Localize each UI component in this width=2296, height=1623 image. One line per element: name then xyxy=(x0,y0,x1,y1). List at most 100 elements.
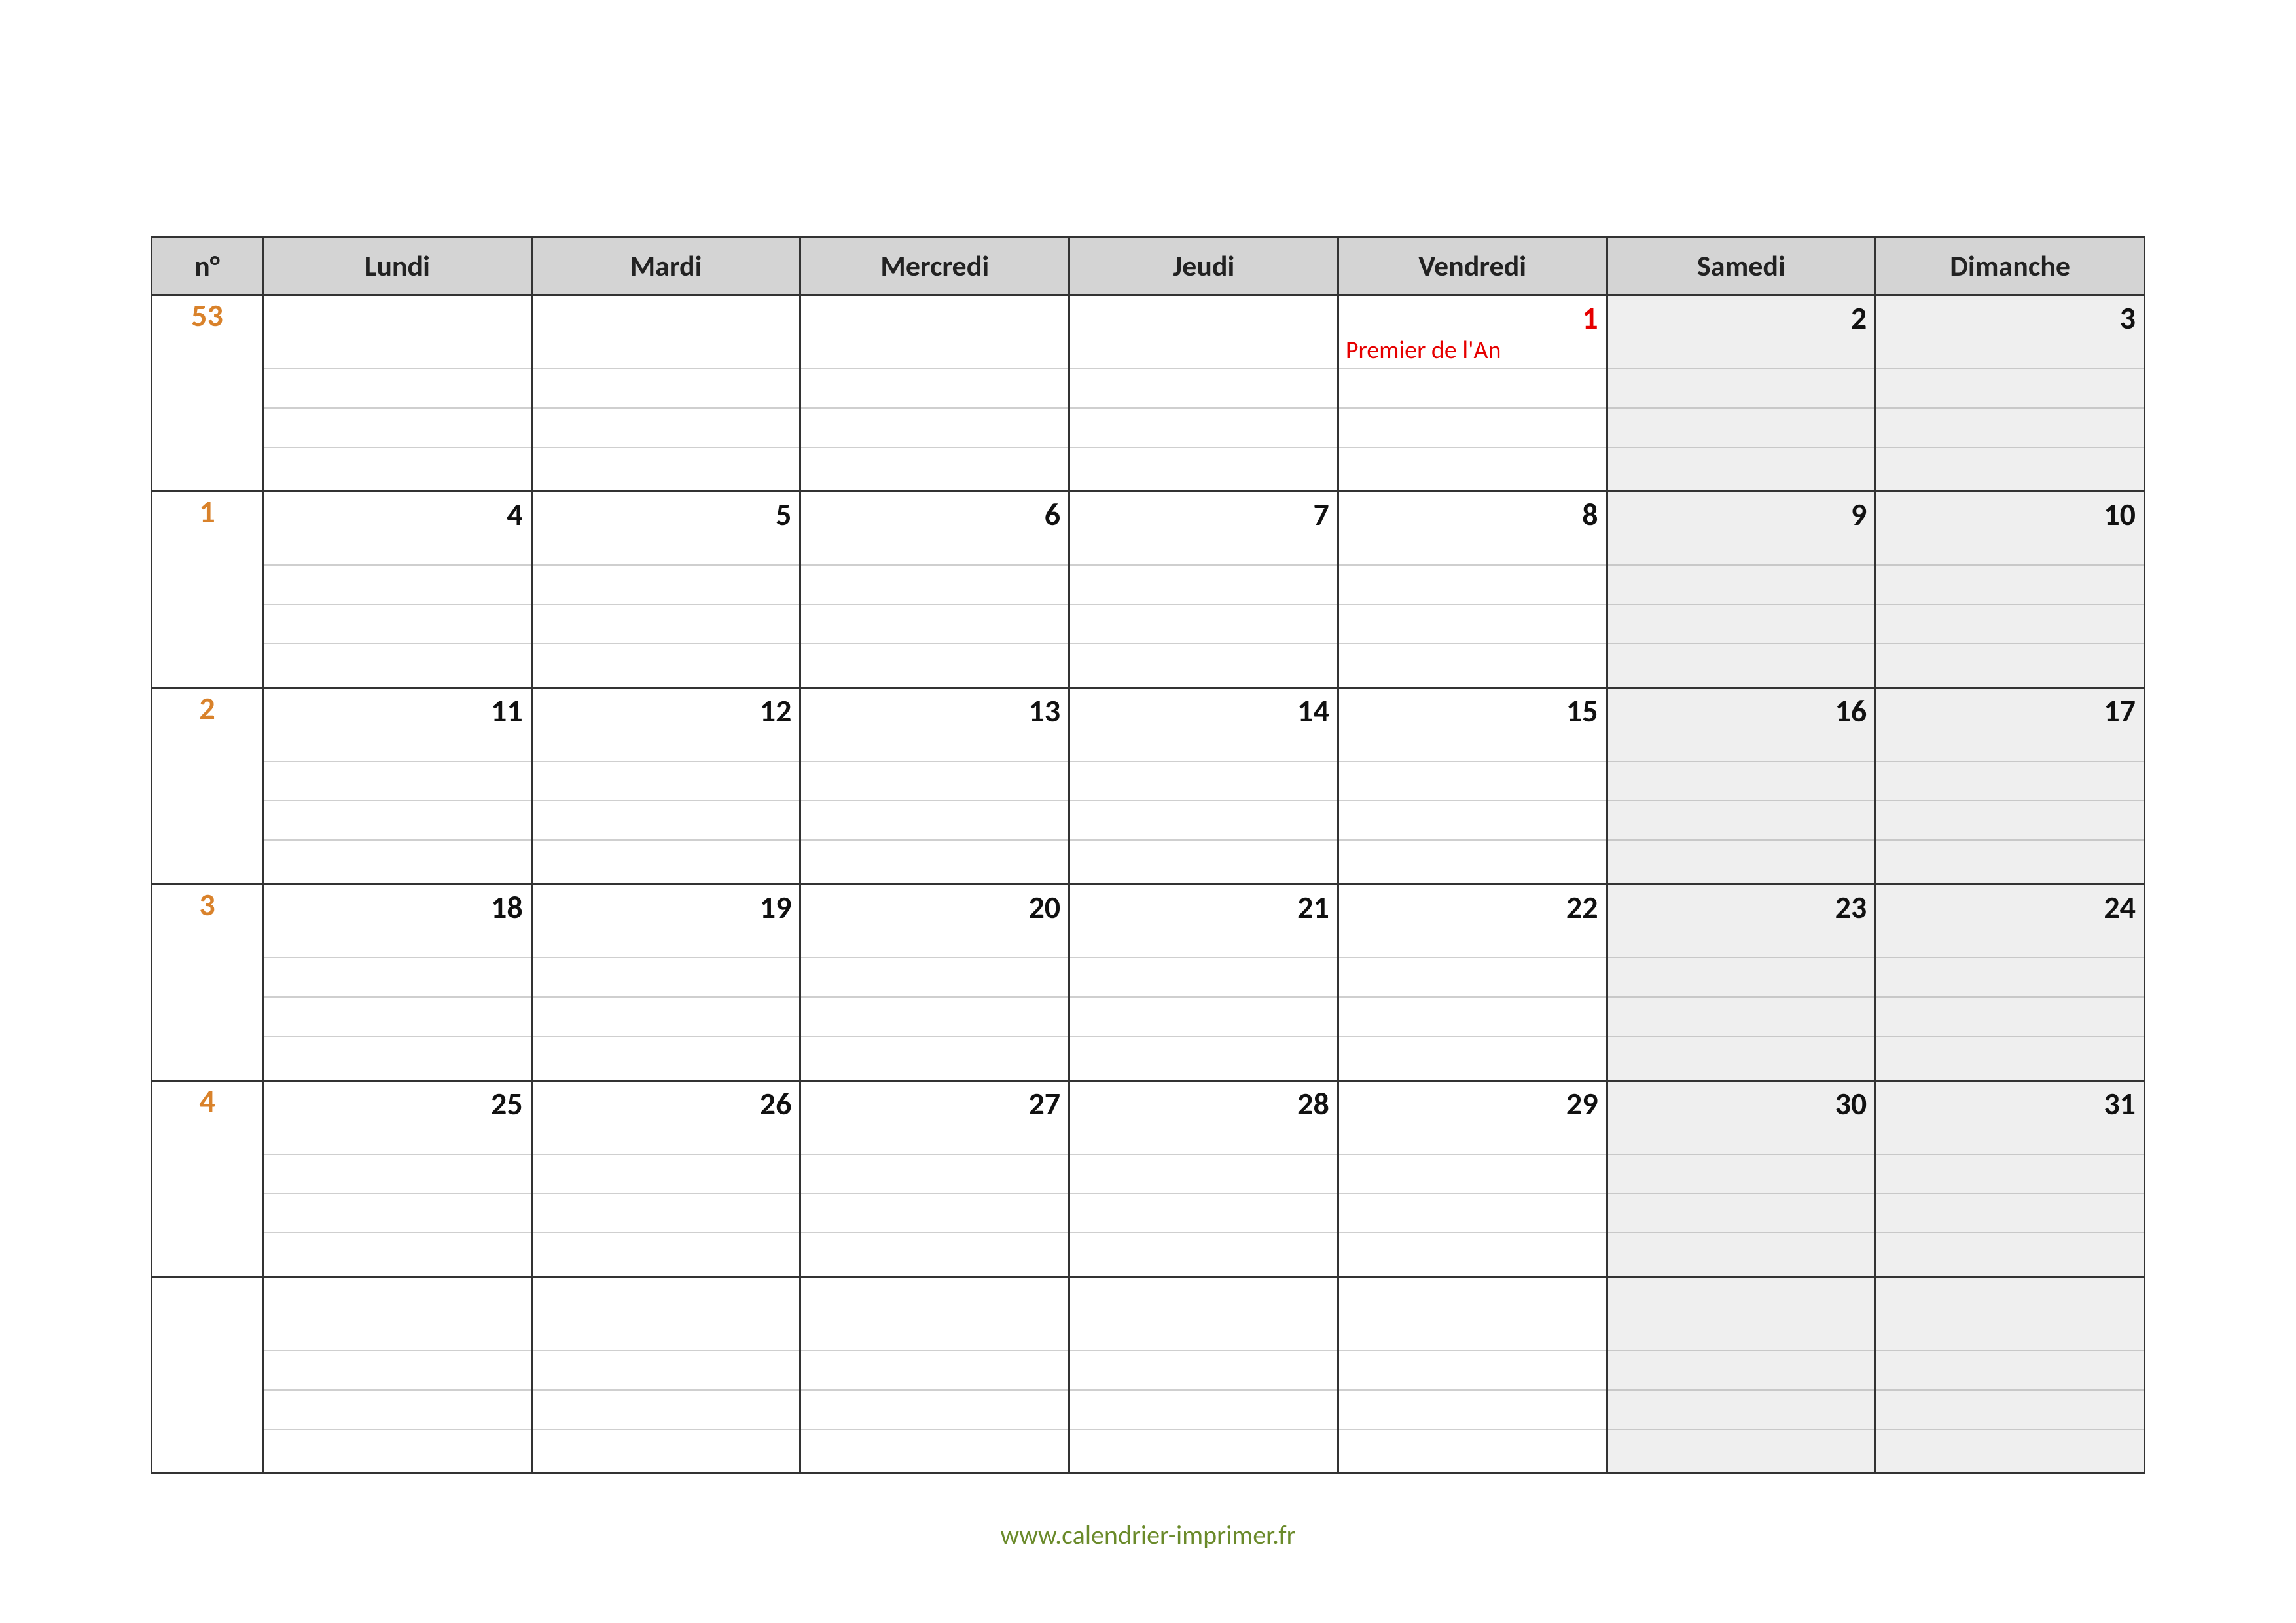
day-cell-inner xyxy=(533,1278,800,1472)
day-number: 16 xyxy=(1835,691,1867,730)
calendar-week-row: 211121314151617 xyxy=(152,688,2145,884)
day-number: 5 xyxy=(776,495,791,534)
writing-lines xyxy=(533,1350,800,1472)
day-cell: 3 xyxy=(1876,295,2145,492)
day-number: 26 xyxy=(760,1084,792,1123)
day-cell: 10 xyxy=(1876,492,2145,688)
day-number: 21 xyxy=(1297,888,1329,926)
week-number-cell: 4 xyxy=(152,1081,263,1277)
day-cell xyxy=(1069,1277,1338,1474)
day-cell xyxy=(531,295,800,492)
day-cell-inner: 26 xyxy=(533,1082,800,1276)
day-number: 9 xyxy=(1851,495,1867,534)
day-cell: 15 xyxy=(1338,688,1607,884)
day-cell-inner: 5 xyxy=(533,492,800,687)
writing-lines xyxy=(264,368,531,490)
week-number-cell: 53 xyxy=(152,295,263,492)
day-cell: 9 xyxy=(1607,492,1876,688)
writing-lines xyxy=(1876,368,2144,490)
writing-lines xyxy=(1339,368,1606,490)
writing-lines xyxy=(264,1350,531,1472)
day-cell xyxy=(263,1277,532,1474)
day-cell: 1Premier de l'An xyxy=(1338,295,1607,492)
day-cell: 26 xyxy=(531,1081,800,1277)
day-header-tuesday: Mardi xyxy=(531,237,800,295)
writing-lines xyxy=(1339,1154,1606,1276)
day-cell-inner: 6 xyxy=(801,492,1068,687)
writing-lines xyxy=(533,1154,800,1276)
day-cell: 12 xyxy=(531,688,800,884)
day-cell: 24 xyxy=(1876,884,2145,1081)
writing-lines xyxy=(1608,564,1875,687)
writing-lines xyxy=(533,368,800,490)
writing-lines xyxy=(1339,957,1606,1080)
day-cell-inner: 17 xyxy=(1876,689,2144,883)
day-cell: 13 xyxy=(800,688,1069,884)
day-number: 1 xyxy=(1582,299,1598,337)
writing-lines xyxy=(1608,368,1875,490)
day-cell-inner: 14 xyxy=(1070,689,1337,883)
writing-lines xyxy=(1608,761,1875,883)
day-cell: 30 xyxy=(1607,1081,1876,1277)
day-cell-inner xyxy=(1339,1278,1606,1472)
writing-lines xyxy=(1339,564,1606,687)
day-cell-inner xyxy=(264,296,531,490)
day-cell-inner: 31 xyxy=(1876,1082,2144,1276)
writing-lines xyxy=(801,957,1068,1080)
day-cell-inner: 23 xyxy=(1608,885,1875,1080)
day-number: 27 xyxy=(1028,1084,1060,1123)
day-number: 11 xyxy=(491,691,523,730)
day-cell-inner: 29 xyxy=(1339,1082,1606,1276)
day-number: 19 xyxy=(760,888,792,926)
writing-lines xyxy=(1608,1154,1875,1276)
day-cell-inner: 24 xyxy=(1876,885,2144,1080)
day-number: 20 xyxy=(1028,888,1060,926)
day-number: 4 xyxy=(507,495,522,534)
day-cell: 27 xyxy=(800,1081,1069,1277)
day-cell-inner: 22 xyxy=(1339,885,1606,1080)
writing-lines xyxy=(1070,1350,1337,1472)
day-number: 25 xyxy=(491,1084,523,1123)
calendar-week-row: 3 18 19 20 21 22 2324 xyxy=(152,884,2145,1081)
day-cell: 16 xyxy=(1607,688,1876,884)
day-number: 18 xyxy=(491,888,523,926)
day-number: 7 xyxy=(1313,495,1329,534)
day-cell-inner: 7 xyxy=(1070,492,1337,687)
day-cell: 19 xyxy=(531,884,800,1081)
day-cell: 20 xyxy=(800,884,1069,1081)
calendar-week-row: 53 1Premier de l'An 2 3 xyxy=(152,295,2145,492)
day-number: 3 xyxy=(2120,299,2136,337)
writing-lines xyxy=(801,564,1068,687)
writing-lines xyxy=(264,564,531,687)
writing-lines xyxy=(1070,1154,1337,1276)
writing-lines xyxy=(1876,761,2144,883)
day-cell-inner: 9 xyxy=(1608,492,1875,687)
day-cell-inner: 3 xyxy=(1876,296,2144,490)
day-number: 17 xyxy=(2104,691,2136,730)
footer-url: www.calendrier-imprimer.fr xyxy=(0,1519,2296,1551)
day-cell-inner xyxy=(1070,296,1337,490)
day-header-sunday: Dimanche xyxy=(1876,237,2145,295)
day-cell: 4 xyxy=(263,492,532,688)
writing-lines xyxy=(1608,1350,1875,1472)
day-header-monday: Lundi xyxy=(263,237,532,295)
day-cell-inner: 15 xyxy=(1339,689,1606,883)
day-cell-inner xyxy=(264,1278,531,1472)
day-number: 31 xyxy=(2104,1084,2136,1123)
day-number: 14 xyxy=(1297,691,1329,730)
day-number: 22 xyxy=(1566,888,1598,926)
calendar-week-row: 145678910 xyxy=(152,492,2145,688)
day-number: 23 xyxy=(1835,888,1867,926)
day-cell-inner: 10 xyxy=(1876,492,2144,687)
day-cell xyxy=(531,1277,800,1474)
calendar-week-row: 425262728293031 xyxy=(152,1081,2145,1277)
day-cell xyxy=(1338,1277,1607,1474)
day-number: 12 xyxy=(760,691,792,730)
day-number: 8 xyxy=(1582,495,1598,534)
day-cell-inner xyxy=(801,296,1068,490)
week-number-cell: 3 xyxy=(152,884,263,1081)
day-cell: 14 xyxy=(1069,688,1338,884)
day-number: 30 xyxy=(1835,1084,1867,1123)
day-number: 2 xyxy=(1851,299,1867,337)
day-cell-inner xyxy=(801,1278,1068,1472)
